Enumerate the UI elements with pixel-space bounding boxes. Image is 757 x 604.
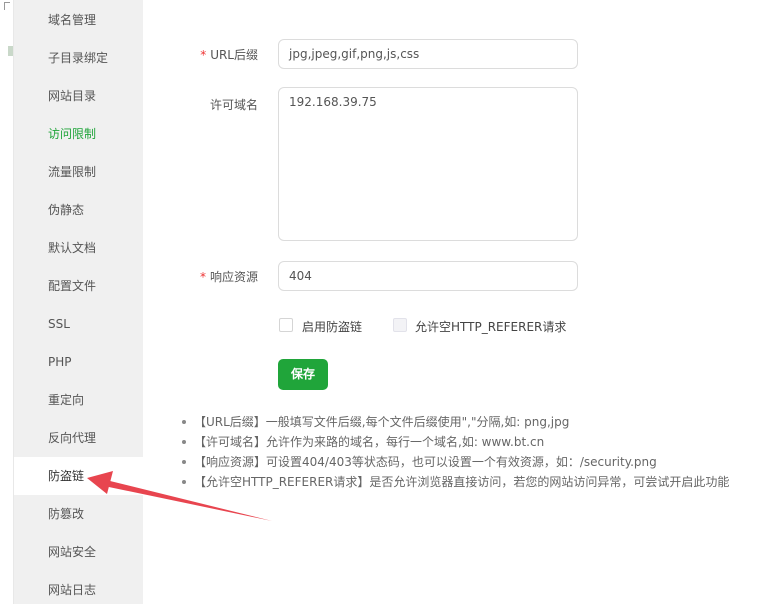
- sidebar-item-url-rewrite[interactable]: 伪静态: [14, 191, 143, 229]
- url-suffix-input[interactable]: jpg,jpeg,gif,png,js,css: [278, 39, 578, 69]
- sidebar-item-tamper-protection[interactable]: 防篡改: [14, 495, 143, 533]
- sidebar-item-default-document[interactable]: 默认文档: [14, 229, 143, 267]
- required-mark: *: [200, 48, 207, 62]
- sidebar-item-php[interactable]: PHP: [14, 343, 143, 381]
- allowed-domains-textarea[interactable]: 192.168.39.75: [278, 87, 578, 241]
- bullet-icon: [182, 460, 186, 464]
- sidebar-item-reverse-proxy[interactable]: 反向代理: [14, 419, 143, 457]
- bullet-icon: [182, 440, 186, 444]
- help-tips-list: 【URL后缀】一般填写文件后缀,每个文件后缀使用","分隔,如: png,jpg…: [180, 412, 750, 492]
- list-item: 【URL后缀】一般填写文件后缀,每个文件后缀使用","分隔,如: png,jpg: [180, 412, 750, 432]
- save-button[interactable]: 保存: [278, 359, 328, 390]
- list-item: 【允许空HTTP_REFERER请求】是否允许浏览器直接访问，若您的网站访问异常…: [180, 472, 750, 492]
- parent-window-edge: [0, 0, 14, 604]
- tip-text: 【响应资源】可设置404/403等状态码，也可以设置一个有效资源，如：/secu…: [194, 455, 657, 469]
- response-resource-input[interactable]: 404: [278, 261, 578, 291]
- tip-text: 【许可域名】允许作为来路的域名，每行一个域名,如: www.bt.cn: [194, 435, 545, 449]
- enable-hotlink-label[interactable]: 启用防盗链: [302, 318, 362, 335]
- list-item: 【响应资源】可设置404/403等状态码，也可以设置一个有效资源，如：/secu…: [180, 452, 750, 472]
- sidebar-item-subdirectory-binding[interactable]: 子目录绑定: [14, 39, 143, 77]
- allow-empty-referer-label[interactable]: 允许空HTTP_REFERER请求: [415, 318, 566, 335]
- site-settings-sidebar: 域名管理 子目录绑定 网站目录 访问限制 流量限制 伪静态 默认文档 配置文件 …: [14, 0, 143, 604]
- sidebar-item-hotlink-protection[interactable]: 防盗链: [14, 457, 143, 495]
- required-mark: *: [199, 270, 206, 284]
- allow-empty-referer-checkbox[interactable]: [393, 318, 407, 332]
- sidebar-item-ssl[interactable]: SSL: [14, 305, 143, 343]
- hotlink-protection-panel: * URL后缀 jpg,jpeg,gif,png,js,css 许可域名 192.…: [143, 0, 757, 604]
- sidebar-item-site-security[interactable]: 网站安全: [14, 533, 143, 571]
- bullet-icon: [182, 420, 186, 424]
- sidebar-item-site-directory[interactable]: 网站目录: [14, 77, 143, 115]
- sidebar-item-redirect[interactable]: 重定向: [14, 381, 143, 419]
- sidebar-item-domain-management[interactable]: 域名管理: [14, 1, 143, 39]
- parent-window-fragment: [4, 2, 10, 10]
- sidebar-item-traffic-limit[interactable]: 流量限制: [14, 153, 143, 191]
- url-suffix-label-text: URL后缀: [210, 48, 258, 62]
- sidebar-item-site-logs[interactable]: 网站日志: [14, 571, 143, 604]
- enable-hotlink-checkbox[interactable]: [279, 318, 293, 332]
- tip-text: 【允许空HTTP_REFERER请求】是否允许浏览器直接访问，若您的网站访问异常…: [194, 475, 730, 489]
- allowed-domains-label: 许可域名: [209, 98, 258, 112]
- url-suffix-label: * URL后缀: [143, 46, 258, 63]
- tip-text: 【URL后缀】一般填写文件后缀,每个文件后缀使用","分隔,如: png,jpg: [194, 415, 570, 429]
- sidebar-item-config-file[interactable]: 配置文件: [14, 267, 143, 305]
- bullet-icon: [182, 480, 186, 484]
- parent-window-fragment: [8, 46, 13, 56]
- sidebar-item-access-restriction[interactable]: 访问限制: [14, 115, 143, 153]
- response-resource-label: * 响应资源: [143, 268, 258, 285]
- response-resource-label-text: 响应资源: [209, 270, 258, 284]
- list-item: 【许可域名】允许作为来路的域名，每行一个域名,如: www.bt.cn: [180, 432, 750, 452]
